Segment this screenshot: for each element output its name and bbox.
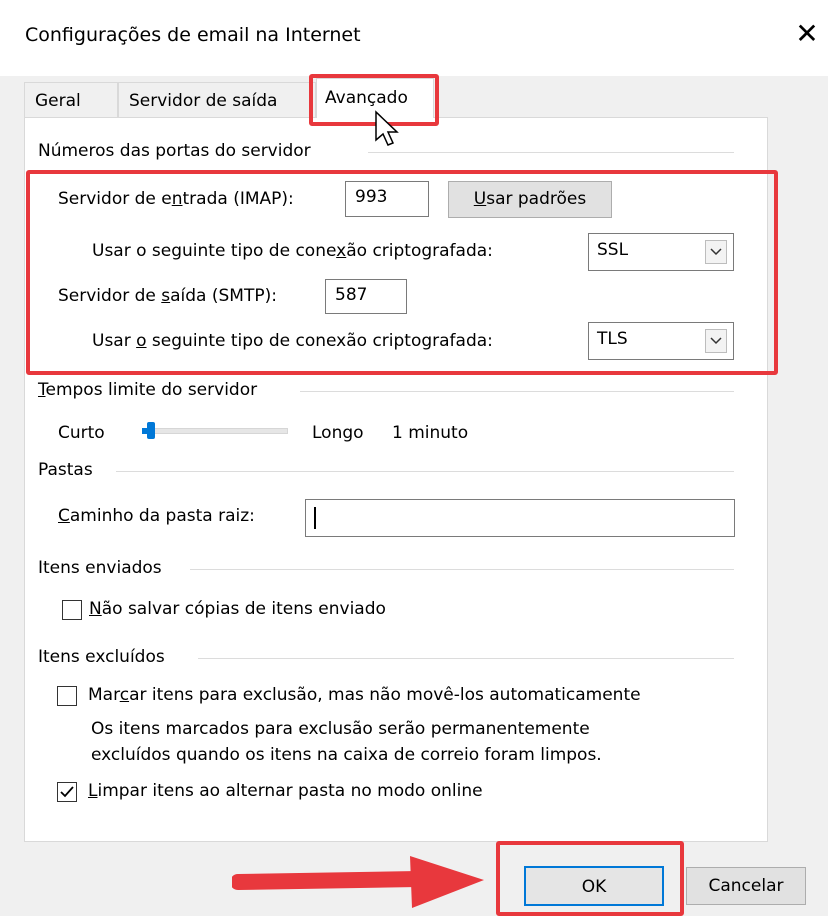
timeout-long-label: Longo bbox=[312, 423, 364, 443]
dont-save-sent-label: Não salvar cópias de itens enviado bbox=[89, 599, 386, 619]
arrow-right-icon bbox=[232, 856, 484, 908]
group-label-deleted: Itens excluídos bbox=[38, 647, 171, 667]
highlight-ok-button bbox=[496, 841, 684, 916]
mouse-cursor-icon bbox=[375, 110, 399, 146]
timeout-short-label: Curto bbox=[58, 423, 105, 443]
group-divider bbox=[190, 569, 734, 570]
text-caret bbox=[314, 507, 316, 529]
group-divider bbox=[300, 391, 734, 392]
deletion-note-line2: excluídos quando os itens na caixa de co… bbox=[91, 745, 602, 765]
purge-items-checkbox[interactable] bbox=[57, 782, 77, 802]
group-label-sent: Itens enviados bbox=[38, 558, 168, 578]
timeout-value: 1 minuto bbox=[392, 423, 469, 443]
cancel-button[interactable]: Cancelar bbox=[686, 867, 806, 905]
mark-for-deletion-label: Marcar itens para exclusão, mas não movê… bbox=[88, 685, 641, 705]
purge-items-label: Limpar itens ao alternar pasta no modo o… bbox=[88, 781, 483, 801]
timeout-slider-track[interactable] bbox=[142, 428, 288, 434]
root-path-input[interactable] bbox=[305, 499, 735, 537]
dont-save-sent-checkbox[interactable] bbox=[62, 600, 82, 620]
highlight-ports-section bbox=[26, 170, 778, 375]
group-label-ports: Números das portas do servidor bbox=[38, 141, 317, 161]
root-path-label: Caminho da pasta raiz: bbox=[58, 506, 255, 526]
window-title: Configurações de email na Internet bbox=[25, 24, 361, 46]
group-divider bbox=[198, 658, 734, 659]
close-icon[interactable]: ✕ bbox=[790, 14, 824, 54]
mark-for-deletion-checkbox[interactable] bbox=[57, 686, 77, 706]
group-divider bbox=[368, 152, 734, 153]
tab-geral[interactable]: Geral bbox=[24, 82, 118, 118]
checkmark-icon bbox=[60, 786, 74, 798]
group-label-folders: Pastas bbox=[38, 460, 99, 480]
tab-servidor-de-saida[interactable]: Servidor de saída bbox=[118, 82, 316, 118]
group-label-timeouts: Tempos limite do servidor bbox=[38, 380, 264, 400]
deletion-note-line1: Os itens marcados para exclusão serão pe… bbox=[91, 719, 590, 739]
group-divider bbox=[116, 471, 734, 472]
timeout-slider-thumb[interactable] bbox=[146, 422, 155, 439]
